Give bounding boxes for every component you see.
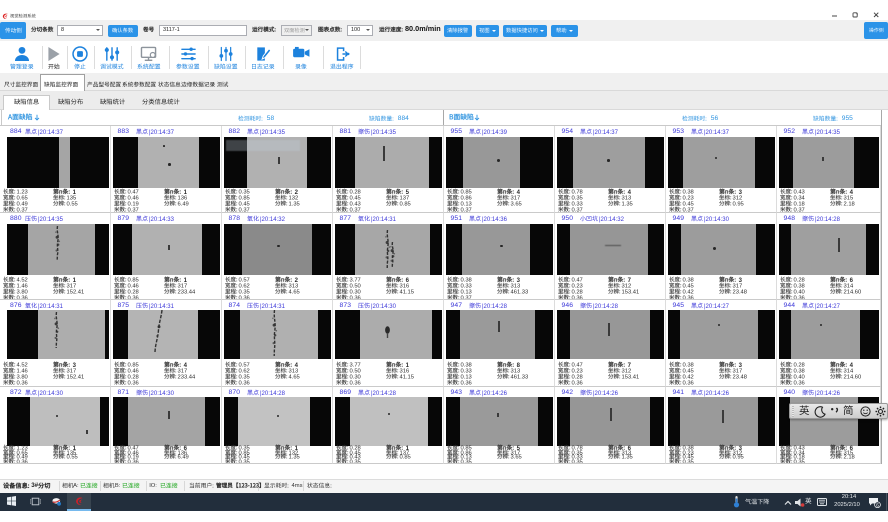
svg-text:6: 6: [876, 502, 879, 507]
